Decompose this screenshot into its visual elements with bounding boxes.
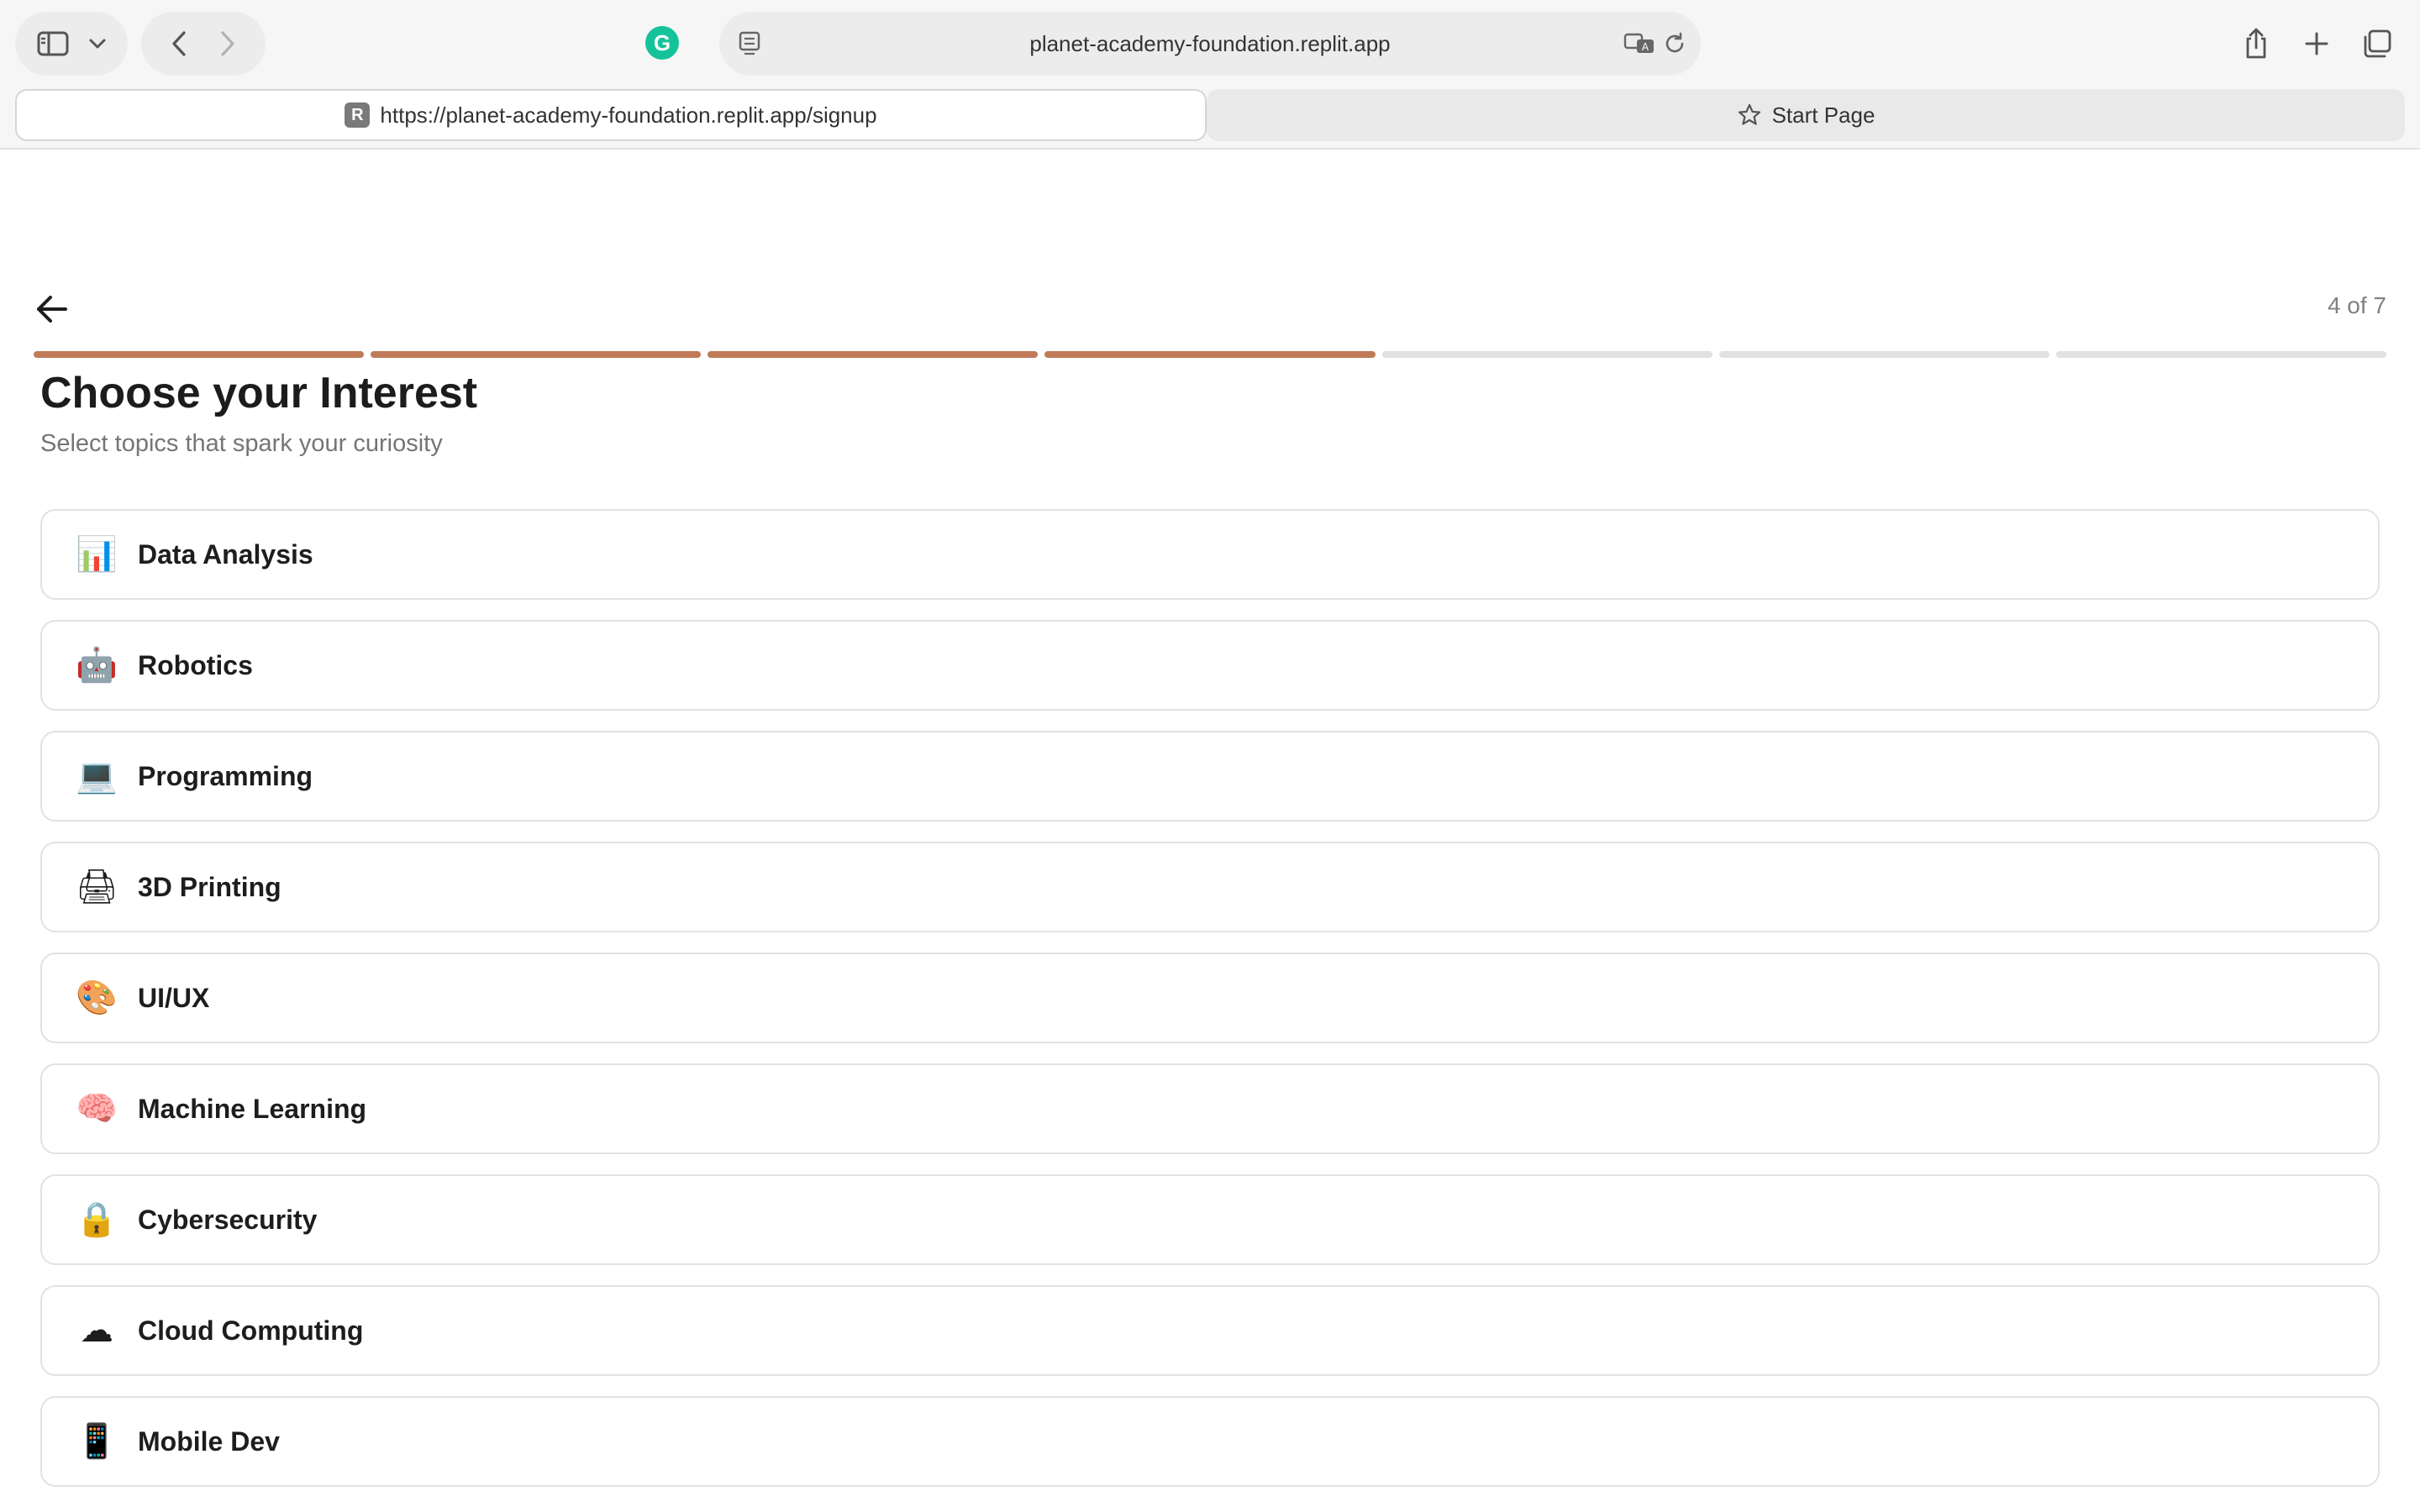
robot-icon: 🤖 <box>76 646 118 685</box>
interest-option-ui-ux[interactable]: 🎨 UI/UX <box>40 953 2380 1043</box>
sidebar-controls <box>15 12 128 76</box>
progress-segment-3 <box>708 351 1039 358</box>
step-indicator: 4 of 7 <box>2327 292 2386 318</box>
progress-segment-5 <box>1381 351 1712 358</box>
brain-icon: 🧠 <box>76 1089 118 1128</box>
forward-nav-icon[interactable] <box>219 30 236 57</box>
interest-label: 3D Printing <box>138 871 281 902</box>
interest-label: Mobile Dev <box>138 1425 280 1457</box>
tab-url-label: https://planet-academy-foundation.replit… <box>380 102 877 128</box>
printer-icon: 🖨 <box>76 868 118 906</box>
sidebar-toggle-icon[interactable] <box>37 31 69 56</box>
interest-label: Cybersecurity <box>138 1204 318 1235</box>
interest-option-machine-learning[interactable]: 🧠 Machine Learning <box>40 1063 2380 1154</box>
tab-start-page-label: Start Page <box>1771 102 1876 128</box>
reload-icon[interactable] <box>1662 31 1687 60</box>
interest-label: Programming <box>138 760 313 791</box>
progress-segment-2 <box>371 351 702 358</box>
interest-option-robotics[interactable]: 🤖 Robotics <box>40 620 2380 711</box>
interest-option-programming[interactable]: 💻 Programming <box>40 731 2380 822</box>
address-bar[interactable]: planet-academy-foundation.replit.app A <box>719 12 1701 76</box>
new-tab-plus-icon[interactable] <box>2291 12 2343 76</box>
interest-option-data-analysis[interactable]: 📊 Data Analysis <box>40 509 2380 600</box>
tab-signup[interactable]: R https://planet-academy-foundation.repl… <box>15 89 1207 141</box>
interest-option-cybersecurity[interactable]: 🔒 Cybersecurity <box>40 1174 2380 1265</box>
star-icon <box>1737 102 1762 128</box>
back-arrow-icon[interactable] <box>34 291 71 328</box>
tab-bar: R https://planet-academy-foundation.repl… <box>0 87 2420 150</box>
interest-label: Robotics <box>138 649 253 680</box>
progress-bar <box>34 351 2386 358</box>
lock-icon: 🔒 <box>76 1200 118 1239</box>
cloud-icon: ☁ <box>80 1311 113 1350</box>
progress-segment-7 <box>2055 351 2386 358</box>
interest-label: Data Analysis <box>138 538 313 570</box>
browser-toolbar: G planet-academy-foundation.replit.app A <box>0 0 2420 87</box>
progress-segment-1 <box>34 351 365 358</box>
progress-segment-4 <box>1044 351 1376 358</box>
grammarly-extension-icon[interactable]: G <box>645 26 679 60</box>
translate-icon[interactable]: A <box>1623 32 1657 60</box>
tab-overview-icon[interactable] <box>2351 12 2403 76</box>
palette-icon: 🎨 <box>76 979 118 1017</box>
laptop-icon: 💻 <box>76 757 118 795</box>
interest-option-mobile-dev[interactable]: 📱 Mobile Dev <box>40 1396 2380 1487</box>
bar-chart-icon: 📊 <box>76 535 118 574</box>
svg-text:A: A <box>1642 41 1649 53</box>
progress-segment-6 <box>1718 351 2049 358</box>
toolbar-right-buttons <box>2230 12 2403 76</box>
page-subtitle: Select topics that spark your curiosity <box>40 430 443 457</box>
interest-label: Cloud Computing <box>138 1315 364 1346</box>
interest-option-cloud-computing[interactable]: ☁ Cloud Computing <box>40 1285 2380 1376</box>
interest-label: UI/UX <box>138 982 210 1013</box>
mobile-phone-icon: 📱 <box>76 1422 118 1461</box>
signup-page: 4 of 7 Choose your Interest Select topic… <box>0 151 2420 1512</box>
interest-option-3d-printing[interactable]: 🖨 3D Printing <box>40 842 2380 932</box>
back-nav-icon[interactable] <box>171 30 187 57</box>
address-host: planet-academy-foundation.replit.app <box>1029 31 1391 56</box>
navigation-controls <box>141 12 266 76</box>
page-title: Choose your Interest <box>40 369 478 417</box>
replit-favicon-icon: R <box>345 102 371 128</box>
chevron-down-icon[interactable] <box>88 38 107 50</box>
interest-label: Machine Learning <box>138 1093 367 1124</box>
tab-start-page[interactable]: Start Page <box>1207 89 2405 141</box>
share-icon[interactable] <box>2230 12 2282 76</box>
